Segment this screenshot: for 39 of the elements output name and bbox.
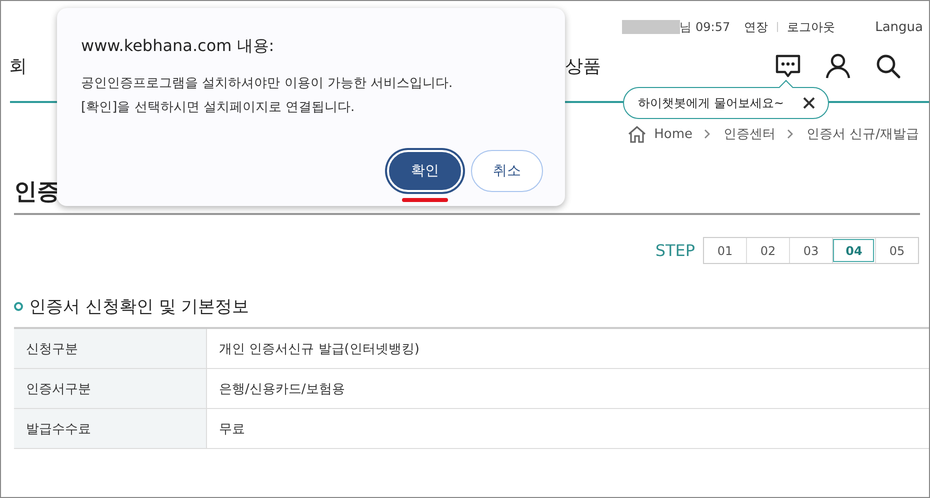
user-greeting: 님 09:57 [680,18,730,36]
home-icon[interactable] [628,126,646,142]
step-item: 04 [832,238,875,263]
nav-item[interactable]: 회 [9,54,27,78]
breadcrumb-link[interactable]: 인증서 신규/재발급 [806,125,919,143]
table-cell-text: 개인 인증서신규 발급(인터넷뱅킹) [218,340,420,358]
section-title: 인증서 신청확인 및 기본정보 [29,296,250,318]
step-item: 03 [789,238,832,263]
table-cell-text: 무료 [218,420,245,438]
nav-item[interactable]: 상품 [565,54,601,78]
top-link[interactable]: 연장 [744,18,768,36]
tooltip-text: 하이챗봇에게 물어보세요~ [638,94,784,112]
user-icon[interactable] [824,52,852,80]
dialog-message: 공인인증프로그램을 설치하셔야만 이용이 가능한 서비스입니다. [81,75,454,93]
bullet-icon [14,302,23,310]
step-item: 01 [716,242,734,260]
table-header-cell: 발급수수료 [14,409,207,448]
chatbot-icon[interactable] [774,52,802,80]
search-icon[interactable] [874,52,902,80]
breadcrumb-link[interactable]: Home [654,126,692,142]
table-header-cell: 인증서구분 [14,369,207,408]
chevron-icon[interactable] [787,129,794,139]
chevron-icon[interactable] [704,129,712,139]
table-cell-text: 은행/신용카드/보험용 [218,380,345,398]
underline-mark [402,198,448,202]
redacted-name [622,20,680,34]
step-label: STEP [655,241,695,260]
top-link[interactable]: 로그아웃 [787,18,836,36]
breadcrumb-link[interactable]: 인증센터 [723,125,776,143]
page-title: 인증 [14,179,60,205]
ok-button[interactable]: 확인 [387,150,463,192]
language-link[interactable]: Langua [875,20,923,34]
dialog-message: [확인]을 선택하시면 설치페이지로 연결됩니다. [81,99,356,117]
table-header-cell: 신청구분 [14,329,207,368]
dialog-title: www.kebhana.com 내용: [81,36,276,57]
cancel-button[interactable]: 취소 [471,150,543,192]
step-item: 05 [875,238,918,263]
close-icon[interactable] [802,96,816,110]
step-item: 02 [746,238,789,263]
